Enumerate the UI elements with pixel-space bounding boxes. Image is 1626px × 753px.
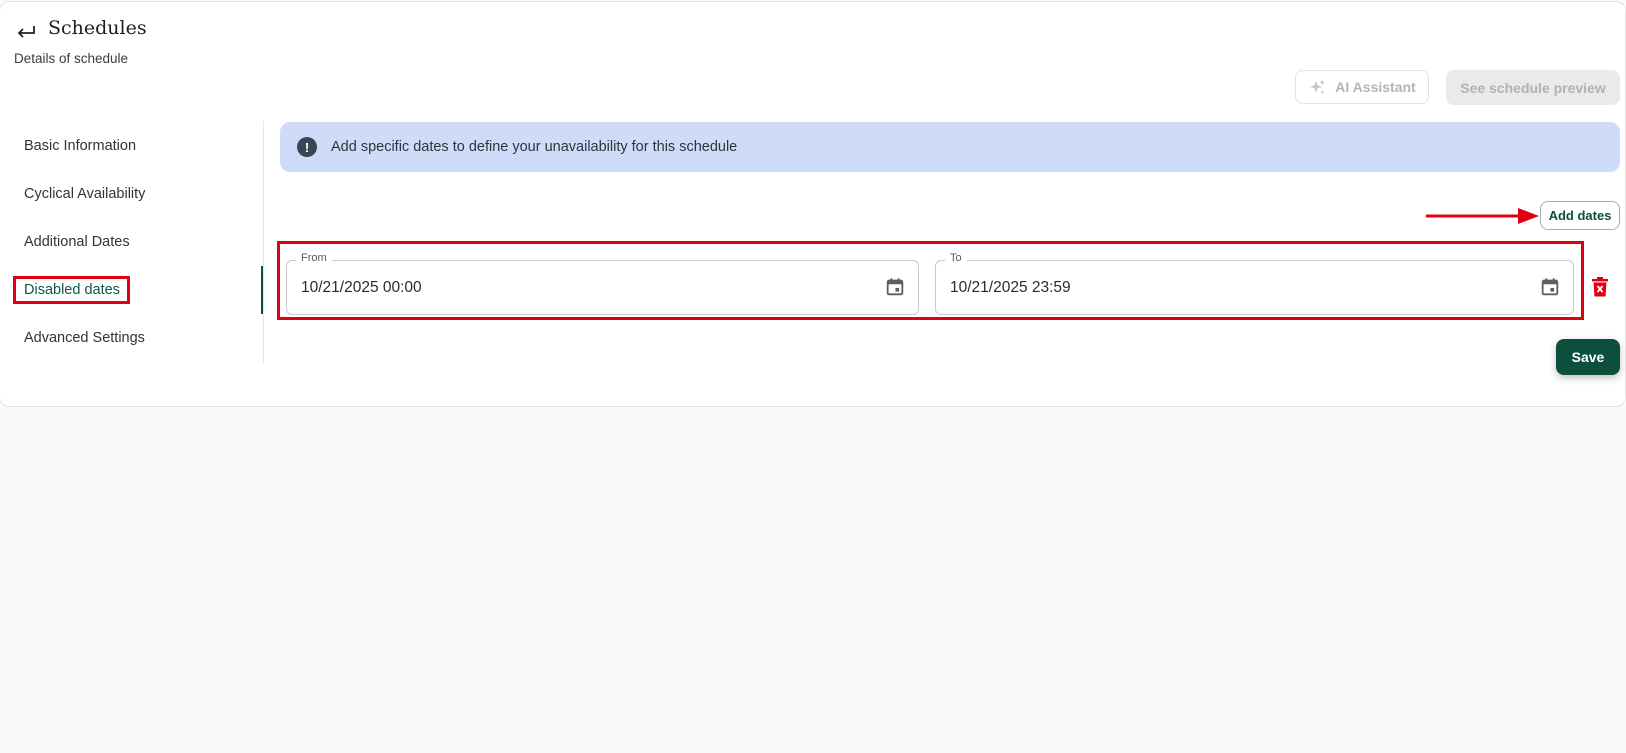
annotation-highlight-disabled-dates xyxy=(13,276,130,304)
sidebar-active-indicator xyxy=(261,266,263,314)
annotation-highlight-date-fields xyxy=(277,241,1584,320)
page-subtitle: Details of schedule xyxy=(14,51,129,66)
ai-assistant-button[interactable]: AI Assistant xyxy=(1295,70,1429,104)
page-title: Schedules xyxy=(48,17,147,39)
info-banner: ! Add specific dates to define your unav… xyxy=(280,122,1620,172)
sidebar-divider xyxy=(263,121,264,363)
sidebar-item-cyclical-availability[interactable]: Cyclical Availability xyxy=(24,186,145,202)
info-banner-text: Add specific dates to define your unavai… xyxy=(331,139,738,155)
annotation-arrow xyxy=(1426,208,1539,224)
save-button[interactable]: Save xyxy=(1556,339,1620,375)
sidebar-item-advanced-settings[interactable]: Advanced Settings xyxy=(24,330,145,346)
add-dates-button[interactable]: Add dates xyxy=(1540,201,1620,230)
see-schedule-preview-button[interactable]: See schedule preview xyxy=(1446,70,1620,105)
ai-assistant-label: AI Assistant xyxy=(1335,79,1416,95)
delete-icon[interactable] xyxy=(1591,277,1609,297)
sparkle-icon xyxy=(1309,79,1326,95)
sidebar-item-additional-dates[interactable]: Additional Dates xyxy=(24,234,130,250)
sidebar-item-basic-information[interactable]: Basic Information xyxy=(24,138,136,154)
schedule-details-card xyxy=(0,1,1626,407)
exclamation-icon: ! xyxy=(297,137,317,157)
back-arrow-icon[interactable] xyxy=(14,20,38,44)
